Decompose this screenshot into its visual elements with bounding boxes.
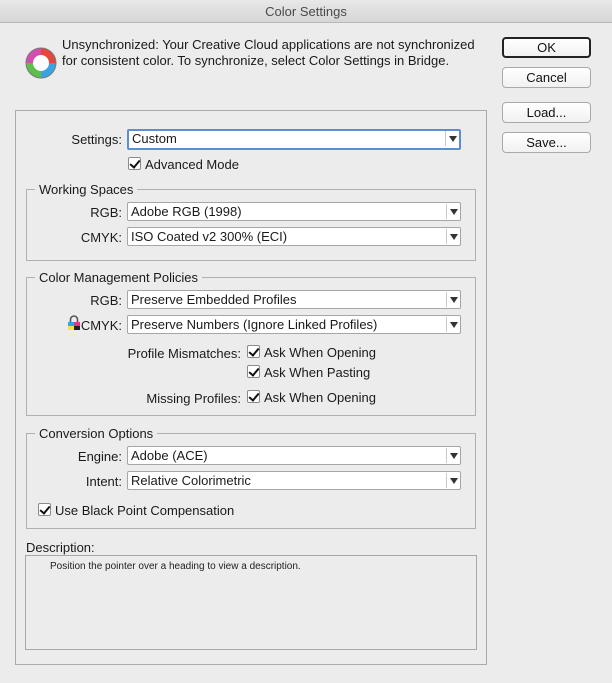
description-box: Position the pointer over a heading to v… <box>25 555 477 650</box>
chevron-down-icon <box>446 229 459 244</box>
ok-button[interactable]: OK <box>502 37 591 58</box>
policy-rgb-label: RGB: <box>90 293 122 308</box>
black-point-checkbox[interactable] <box>38 503 51 516</box>
intent-value: Relative Colorimetric <box>131 473 251 488</box>
working-spaces-group <box>26 189 476 261</box>
engine-value: Adobe (ACE) <box>131 448 208 463</box>
cancel-button[interactable]: Cancel <box>502 67 591 88</box>
creative-cloud-color-wheel-icon <box>25 47 57 79</box>
mismatch-ask-pasting-checkbox[interactable] <box>247 365 260 378</box>
policy-cmyk-label: CMYK: <box>80 318 122 333</box>
engine-select[interactable]: Adobe (ACE) <box>127 446 461 465</box>
chevron-down-icon <box>446 473 459 488</box>
ws-rgb-select[interactable]: Adobe RGB (1998) <box>127 202 461 221</box>
ws-cmyk-value: ISO Coated v2 300% (ECI) <box>131 229 288 244</box>
sync-warning-text: Unsynchronized: Your Creative Cloud appl… <box>62 37 475 68</box>
description-label: Description: <box>26 540 95 555</box>
policy-cmyk-value: Preserve Numbers (Ignore Linked Profiles… <box>131 317 378 332</box>
mismatch-ask-opening-checkbox[interactable] <box>247 345 260 358</box>
engine-label: Engine: <box>77 449 122 464</box>
ws-cmyk-select[interactable]: ISO Coated v2 300% (ECI) <box>127 227 461 246</box>
missing-ask-opening-checkbox[interactable] <box>247 390 260 403</box>
advanced-mode-label: Advanced Mode <box>145 157 239 172</box>
window-titlebar: Color Settings <box>0 0 612 23</box>
settings-select[interactable]: Custom <box>127 129 461 150</box>
chevron-down-icon <box>446 292 459 307</box>
description-text: Position the pointer over a heading to v… <box>50 561 301 572</box>
load-button[interactable]: Load... <box>502 102 591 123</box>
settings-label: Settings: <box>71 132 122 147</box>
save-button[interactable]: Save... <box>502 132 591 153</box>
conversion-title: Conversion Options <box>35 427 158 441</box>
missing-ask-opening-label: Ask When Opening <box>264 390 377 405</box>
settings-select-value: Custom <box>132 131 177 146</box>
missing-profiles-label: Missing Profiles: <box>146 391 241 406</box>
policy-cmyk-select[interactable]: Preserve Numbers (Ignore Linked Profiles… <box>127 315 461 334</box>
chevron-down-icon <box>446 448 459 463</box>
policy-rgb-select[interactable]: Preserve Embedded Profiles <box>127 290 461 309</box>
window-title: Color Settings <box>265 4 347 19</box>
mismatch-ask-opening-label: Ask When Opening <box>264 345 377 360</box>
working-spaces-title: Working Spaces <box>35 183 138 197</box>
intent-label: Intent: <box>85 474 122 489</box>
ws-rgb-label: RGB: <box>90 205 122 220</box>
black-point-label: Use Black Point Compensation <box>55 503 235 518</box>
policy-rgb-value: Preserve Embedded Profiles <box>131 292 297 307</box>
mismatch-ask-pasting-label: Ask When Pasting <box>264 365 371 380</box>
chevron-down-icon <box>446 317 459 332</box>
policies-title: Color Management Policies <box>35 271 202 285</box>
chevron-down-icon <box>446 204 459 219</box>
advanced-mode-checkbox[interactable] <box>128 157 141 170</box>
chevron-down-icon <box>445 131 458 146</box>
intent-select[interactable]: Relative Colorimetric <box>127 471 461 490</box>
ws-cmyk-label: CMYK: <box>80 230 122 245</box>
profile-mismatches-label: Profile Mismatches: <box>127 346 241 361</box>
ws-rgb-value: Adobe RGB (1998) <box>131 204 242 219</box>
